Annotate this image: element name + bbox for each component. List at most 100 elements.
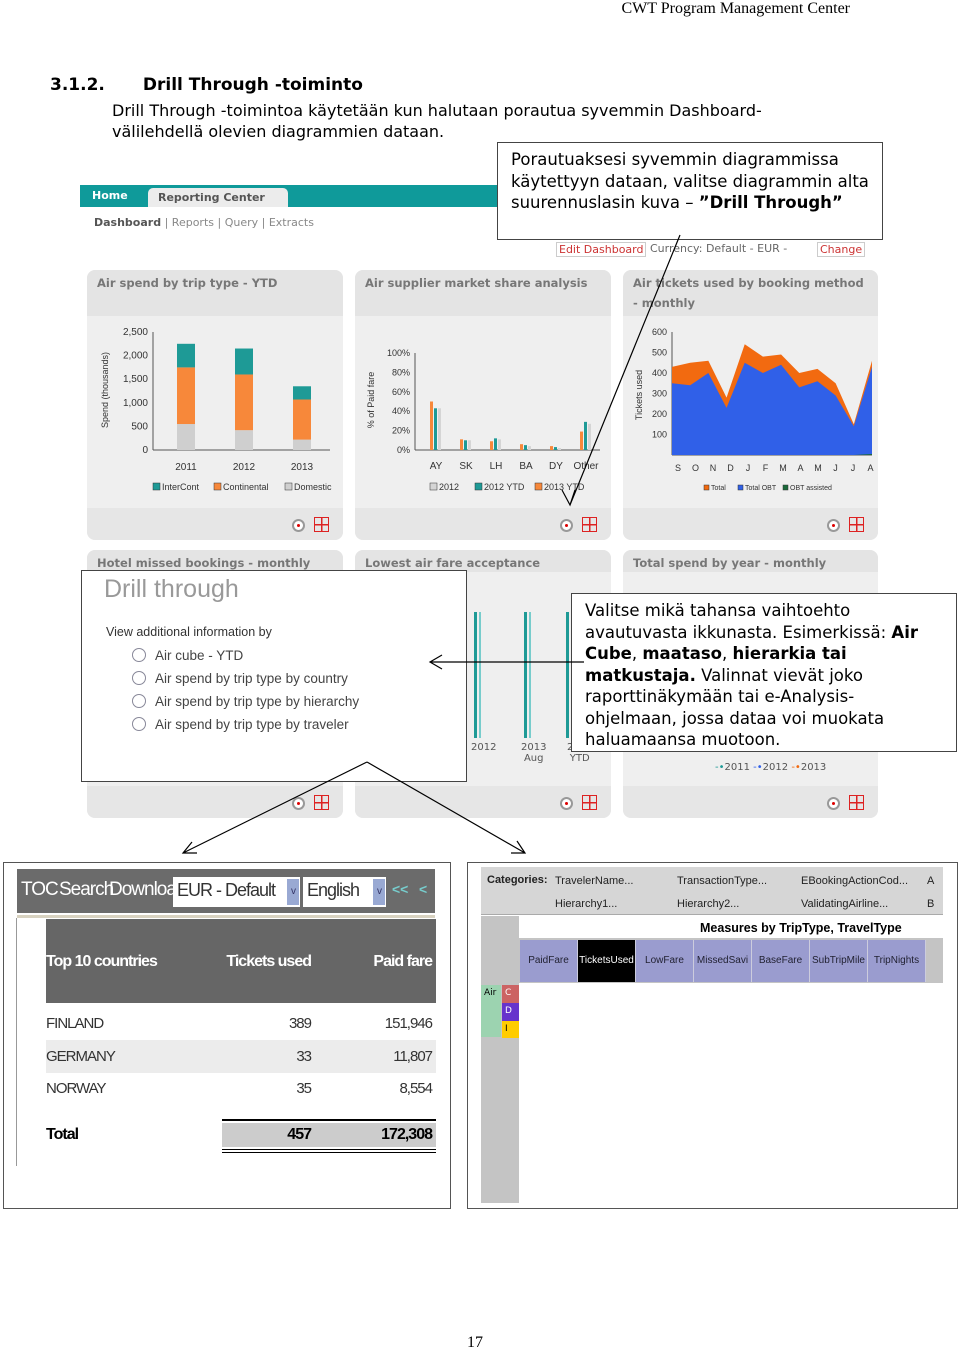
option-by-traveler[interactable]: Air spend by trip type by traveler [132, 717, 349, 732]
measure-missedsavi[interactable]: MissedSavi [694, 940, 752, 982]
category-chip[interactable]: EBookingActionCod... [801, 875, 908, 887]
measure-ticketsused[interactable]: TicketsUsed [578, 940, 636, 982]
grid-view-icon[interactable] [849, 517, 864, 532]
option-by-hierarchy[interactable]: Air spend by trip type by hierarchy [132, 694, 359, 709]
table-header: Top 10 countries Tickets used Paid fare [46, 919, 436, 1003]
tab-reporting-center[interactable]: Reporting Center [148, 188, 288, 207]
cell-country: FINLAND [46, 1015, 104, 1032]
grid-view-icon[interactable] [582, 795, 597, 810]
table-row: GERMANY 33 11,807 [46, 1040, 436, 1073]
analysis-title: Measures by TripType, TravelType [700, 921, 902, 935]
category-chip[interactable]: ValidatingAirline... [801, 898, 888, 910]
option-label: Air spend by trip type by traveler [155, 717, 349, 732]
category-chip[interactable]: TravelerName... [555, 875, 633, 887]
row-header-air[interactable]: Air [481, 985, 501, 1037]
callout-text: , [722, 644, 733, 663]
legend-2012: 2012 [762, 762, 789, 773]
popup-subtitle: View additional information by [106, 625, 272, 639]
row-item-d[interactable]: D [502, 1003, 519, 1021]
option-by-country[interactable]: Air spend by trip type by country [132, 671, 348, 686]
drill-through-magnifier-icon[interactable] [560, 519, 573, 532]
cell-country: NORWAY [46, 1080, 107, 1097]
drill-through-magnifier-icon[interactable] [292, 519, 305, 532]
row-item-i[interactable]: I [502, 1021, 519, 1038]
drill-through-popup: Drill through View additional informatio… [81, 570, 467, 782]
category-chip[interactable]: Hierarchy1... [555, 898, 617, 910]
panel-title: Air spend by trip type - YTD [87, 270, 343, 316]
categories-bar: Categories: TravelerName... TransactionT… [481, 867, 943, 915]
category-chip[interactable]: Hierarchy2... [677, 898, 739, 910]
analysis-screenshot: Categories: TravelerName... TransactionT… [467, 862, 958, 1209]
radio-icon[interactable] [132, 694, 146, 708]
col-tickets: Tickets used [226, 953, 312, 970]
table-row: FINLAND 389 151,946 [46, 1007, 436, 1040]
measure-tripnights[interactable]: TripNights [868, 940, 926, 982]
currency-value: EUR - Default [177, 880, 276, 900]
legend: -•2011 -•2012 -•2013 [715, 762, 827, 773]
section-title: Drill Through -toiminto [142, 75, 363, 95]
cell-total-label: Total [46, 1126, 79, 1143]
grid-view-icon[interactable] [849, 795, 864, 810]
option-label: Air spend by trip type by hierarchy [155, 694, 360, 709]
radio-icon[interactable] [132, 648, 146, 662]
prev-page-button[interactable]: < [419, 881, 427, 897]
callout-bold: ”Drill Through” [698, 193, 843, 212]
total-row: Total 457 172,308 [46, 1121, 436, 1154]
cell-tickets: 457 [287, 1126, 312, 1143]
subnav-dashboard[interactable]: Dashboard [94, 216, 161, 229]
cell-tickets: 389 [288, 1015, 312, 1032]
drill-through-magnifier-icon[interactable] [292, 797, 305, 810]
radio-icon[interactable] [132, 671, 146, 685]
category-chip[interactable]: A [927, 875, 934, 887]
tab-home[interactable]: Home [82, 185, 138, 207]
radio-icon[interactable] [132, 717, 146, 731]
report-screenshot: TOC Search Download EUR - Default v Engli… [3, 862, 451, 1209]
measure-basefare[interactable]: BaseFare [752, 940, 810, 982]
drill-through-magnifier-icon[interactable] [560, 797, 573, 810]
measure-lowfare[interactable]: LowFare [636, 940, 694, 982]
currency-select[interactable]: EUR - Default v [173, 877, 300, 907]
edit-dashboard-button[interactable]: Edit Dashboard [556, 242, 647, 257]
section-body: Drill Through -toimintoa käytetään kun h… [112, 101, 762, 141]
change-currency-button[interactable]: Change [817, 242, 866, 257]
col-paid-fare: Paid fare [373, 953, 433, 970]
drill-through-magnifier-icon[interactable] [827, 797, 840, 810]
cell-tickets: 33 [296, 1048, 312, 1065]
panel-title: Hotel missed bookings - monthly [87, 550, 343, 572]
chevron-down-icon: v [373, 879, 385, 905]
page-header: CWT Program Management Center [621, 0, 850, 17]
row-item-c[interactable]: C [502, 985, 519, 1003]
col-country: Top 10 countries [46, 953, 158, 970]
section-heading: 3.1.2. Drill Through -toiminto [50, 75, 363, 95]
cell-tickets: 35 [296, 1080, 312, 1097]
subnav-reports[interactable]: Reports [172, 216, 214, 229]
category-chip[interactable]: B [927, 898, 934, 910]
callout-text: Valitse mikä tahansa vaihtoehto avautuva… [585, 601, 892, 642]
measure-subtripmile[interactable]: SubTripMile [810, 940, 868, 982]
table-row: NORWAY 35 8,554 [46, 1072, 436, 1105]
grid-view-icon[interactable] [314, 517, 329, 532]
row-axis [481, 916, 519, 1203]
section-number: 3.1.2. [50, 75, 105, 95]
x-tick: 2012 [471, 742, 497, 753]
grid-view-icon[interactable] [314, 795, 329, 810]
subnav-extracts[interactable]: Extracts [269, 216, 314, 229]
cell-country: GERMANY [46, 1048, 116, 1065]
language-select[interactable]: English v [303, 877, 386, 907]
callout-bold: maataso [642, 644, 722, 663]
toc-button[interactable]: TOC [21, 879, 59, 901]
callout-drill-through: Porautuaksesi syvemmin diagrammissa käyt… [497, 142, 883, 240]
option-label: Air cube - YTD [155, 648, 244, 663]
subnav-query[interactable]: Query [225, 216, 258, 229]
measure-paidfare[interactable]: PaidFare [520, 940, 578, 982]
search-button[interactable]: Search [59, 879, 114, 901]
option-air-cube[interactable]: Air cube - YTD [132, 648, 243, 663]
page-number: 17 [467, 1334, 483, 1351]
drill-through-magnifier-icon[interactable] [827, 519, 840, 532]
grid-view-icon[interactable] [582, 517, 597, 532]
panel-title: Air tickets used by booking method - mon… [623, 270, 878, 316]
category-chip[interactable]: TransactionType... [677, 875, 767, 887]
callout-text: , [631, 644, 643, 663]
chevron-down-icon: v [287, 879, 299, 905]
first-page-button[interactable]: << [392, 881, 408, 897]
